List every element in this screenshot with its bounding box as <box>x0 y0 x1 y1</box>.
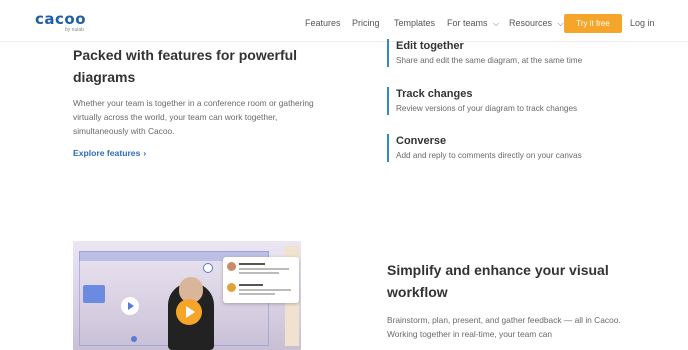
comment-author <box>239 263 265 265</box>
diagram-shape <box>83 285 105 303</box>
feature-item-desc: Add and reply to comments directly on yo… <box>396 151 582 160</box>
comment-text <box>239 293 275 295</box>
nav-features[interactable]: Features <box>305 0 341 42</box>
feature-item-title: Track changes <box>396 88 473 100</box>
nav-resources[interactable]: Resources ⌵ <box>509 0 564 42</box>
nav-login[interactable]: Log in <box>630 0 655 42</box>
nav-pricing[interactable]: Pricing <box>352 0 380 42</box>
play-video-button[interactable] <box>176 299 202 325</box>
feature-item-edit-together: Edit together Share and edit the same di… <box>387 39 647 67</box>
nav-for-teams[interactable]: For teams ⌵ <box>447 0 499 42</box>
comment-card <box>223 257 299 303</box>
feature-item-desc: Review versions of your diagram to track… <box>396 104 578 113</box>
simplify-heading: Simplify and enhance your visual workflo… <box>387 262 609 300</box>
try-it-free-button[interactable]: Try it free <box>564 14 622 33</box>
explore-features-link[interactable]: Explore features › <box>73 148 146 158</box>
play-icon <box>121 297 139 315</box>
nav-templates[interactable]: Templates <box>394 0 435 42</box>
top-navigation-bar: cacoo by nulab Features Pricing Template… <box>0 0 688 42</box>
cacoo-logo[interactable]: cacoo by nulab <box>35 12 95 36</box>
features-heading: Packed with features for powerful diagra… <box>73 47 298 85</box>
nav-pricing-label: Pricing <box>352 18 380 28</box>
avatar <box>227 262 236 271</box>
avatar <box>227 283 236 292</box>
nav-for-teams-label: For teams <box>447 18 488 28</box>
play-icon <box>186 306 195 318</box>
feature-item-desc: Share and edit the same diagram, at the … <box>396 56 583 65</box>
cursor-circle <box>203 263 213 273</box>
comment-text <box>239 272 279 274</box>
connector-dot <box>131 336 137 342</box>
simplify-description: Brainstorm, plan, present, and gather fe… <box>387 315 621 339</box>
login-label: Log in <box>630 18 655 28</box>
explore-features-label: Explore features <box>73 148 141 158</box>
feature-item-title: Edit together <box>396 40 464 52</box>
logo-wordmark: cacoo <box>35 10 87 28</box>
logo-byline: by nulab <box>65 27 84 33</box>
nav-templates-label: Templates <box>394 18 436 28</box>
feature-item-track-changes: Track changes Review versions of your di… <box>387 87 647 115</box>
comment-text <box>239 289 291 291</box>
nav-resources-label: Resources <box>509 18 553 28</box>
chevron-right-icon: › <box>143 148 147 158</box>
nav-features-label: Features <box>305 18 341 28</box>
comment-author <box>239 284 263 286</box>
feature-item-converse: Converse Add and reply to comments direc… <box>387 134 647 162</box>
features-description: Whether your team is together in a confe… <box>73 98 314 136</box>
comment-text <box>239 268 289 270</box>
feature-item-title: Converse <box>396 135 447 147</box>
product-video-thumbnail[interactable] <box>73 241 301 350</box>
